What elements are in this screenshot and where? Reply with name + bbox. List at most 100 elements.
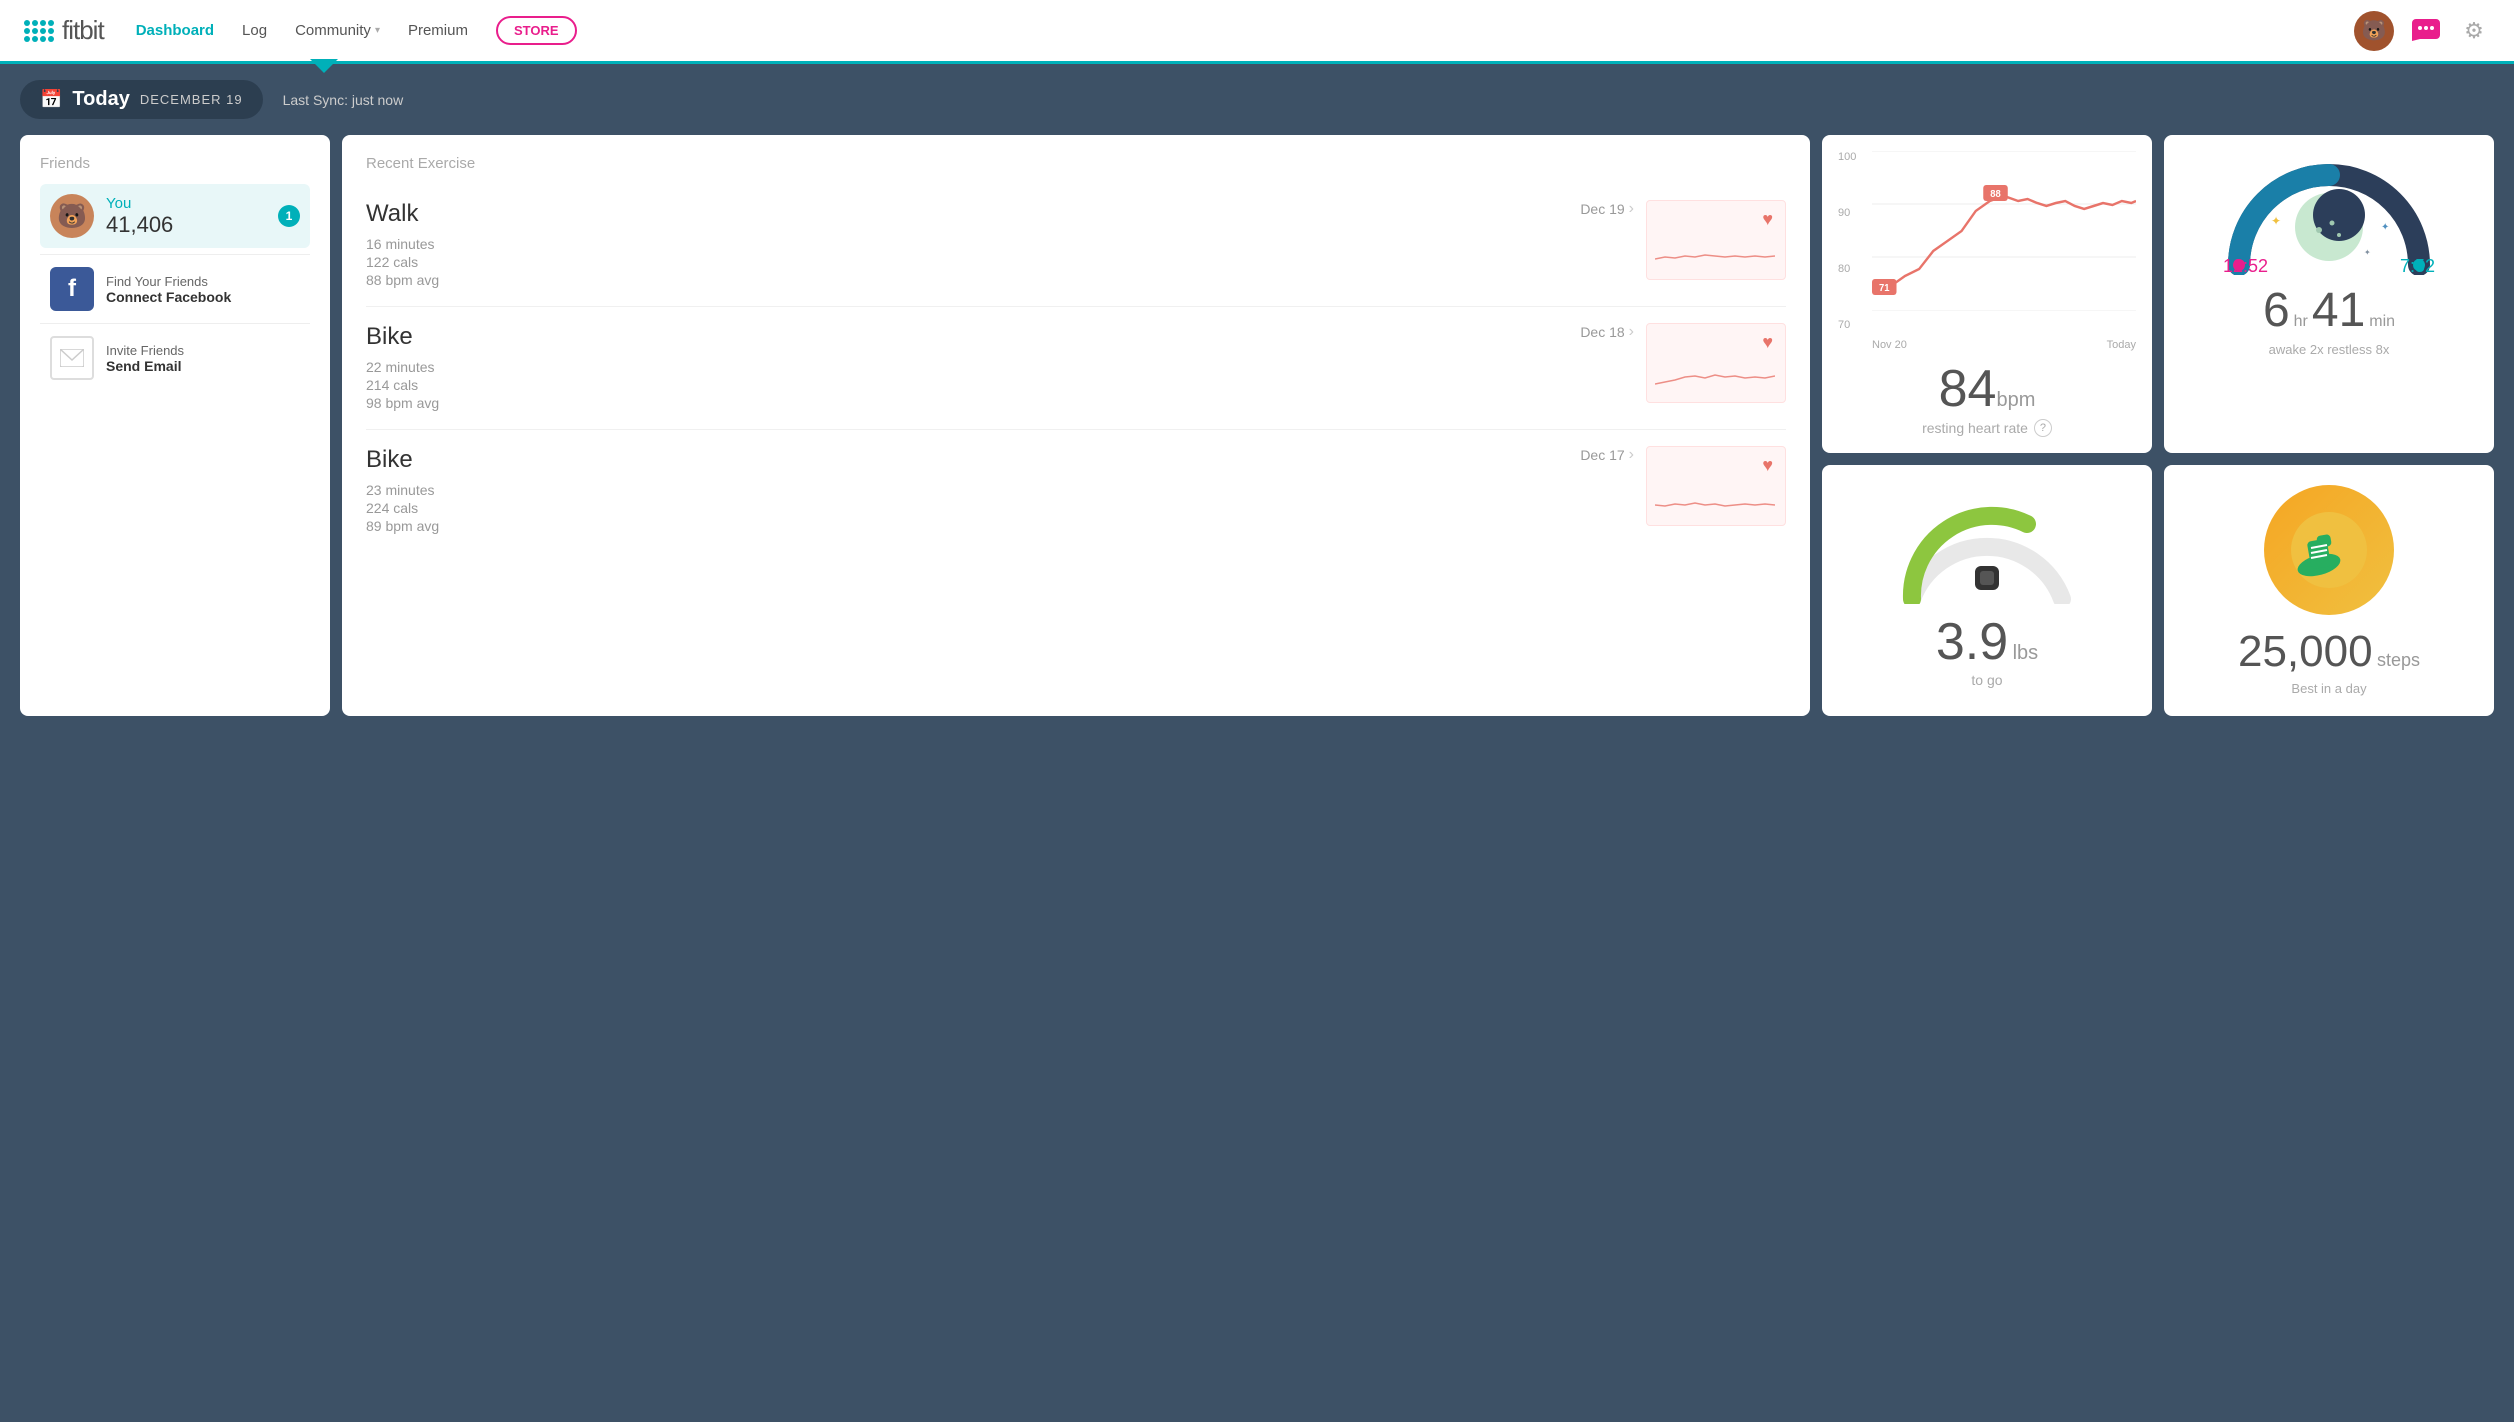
sleep-minutes: 41 [2312, 283, 2365, 338]
email-line1: Invite Friends [106, 343, 184, 358]
logo-text: fitbit [62, 15, 104, 46]
logo[interactable]: fitbit [24, 15, 104, 46]
hr-y-90: 90 [1838, 207, 1856, 219]
nav-log[interactable]: Log [242, 22, 267, 39]
nav-dashboard[interactable]: Dashboard [136, 22, 214, 39]
bike1-arrow-icon: › [1629, 323, 1634, 341]
email-info: Invite Friends Send Email [106, 343, 184, 374]
weight-gauge-svg [1897, 494, 2077, 604]
chat-icon [2412, 19, 2440, 43]
facebook-info: Find Your Friends Connect Facebook [106, 274, 231, 305]
hr-y-80: 80 [1838, 263, 1856, 275]
connect-facebook[interactable]: f Find Your Friends Connect Facebook [40, 254, 310, 323]
hr-label: resting heart rate ? [1838, 419, 2136, 437]
bike2-date-link[interactable]: Dec 17 › [1580, 446, 1634, 464]
walk-arrow-icon: › [1629, 200, 1634, 218]
heart-rate-card: 100 90 80 70 71 [1822, 135, 2152, 453]
hr-y-70: 70 [1838, 319, 1856, 331]
your-info: You 41,406 [106, 195, 266, 238]
svg-text:71: 71 [1879, 283, 1890, 294]
walk-chart: ♥ [1646, 200, 1786, 280]
bike2-arrow-icon: › [1629, 446, 1634, 464]
svg-text:✦: ✦ [2381, 222, 2389, 233]
hr-unit: bpm [1996, 389, 2035, 411]
hr-y-100: 100 [1838, 151, 1856, 163]
sleep-hr-unit: hr [2294, 313, 2308, 331]
bike1-minutes: 22 minutes [366, 359, 1568, 375]
last-sync-label: Last Sync: just now [283, 92, 404, 108]
hr-number: 84 [1939, 360, 1997, 418]
bike2-minutes: 23 minutes [366, 482, 1568, 498]
settings-button[interactable]: ⚙ [2458, 15, 2490, 47]
steps-card: 25,000 steps Best in a day [2164, 465, 2494, 716]
walk-calories: 122 cals [366, 254, 1568, 270]
date-label: DECEMBER 19 [140, 92, 243, 107]
exercise-walk: Walk 16 minutes 122 cals 88 bpm avg [366, 184, 1786, 307]
facebook-line2: Connect Facebook [106, 289, 231, 305]
nav-community[interactable]: Community ▾ [295, 22, 380, 39]
steps-value-display: 25,000 steps [2238, 627, 2420, 677]
walk-minutes: 16 minutes [366, 236, 1568, 252]
friends-title: Friends [40, 155, 310, 172]
avatar[interactable]: 🐻 [2354, 11, 2394, 51]
hr-x-today: Today [2107, 339, 2136, 351]
bike1-calories: 214 cals [366, 377, 1568, 393]
navbar: fitbit Dashboard Log Community ▾ Premium… [0, 0, 2514, 64]
your-avatar: 🐻 [50, 194, 94, 238]
weight-number: 3.9 [1936, 613, 2008, 671]
bike2-stats: 23 minutes 224 cals 89 bpm avg [366, 482, 1568, 534]
store-button[interactable]: STORE [496, 16, 577, 45]
logo-dots [24, 20, 54, 42]
friends-card: Friends 🐻 You 41,406 1 f Find Your Frien… [20, 135, 330, 716]
steps-number: 25,000 [2238, 627, 2373, 676]
your-name: You [106, 195, 266, 212]
nav-premium[interactable]: Premium [408, 22, 468, 39]
walk-name: Walk [366, 200, 1568, 228]
nav-right: 🐻 ⚙ [2354, 11, 2490, 51]
email-line2: Send Email [106, 358, 184, 374]
exercise-bike1: Bike 22 minutes 214 cals 98 bpm avg [366, 307, 1786, 430]
sleep-min-unit: min [2369, 313, 2395, 331]
nav-triangle [310, 59, 338, 73]
bike1-chart: ♥ [1646, 323, 1786, 403]
community-chevron-icon: ▾ [375, 25, 380, 36]
main-content: 📅 Today DECEMBER 19 Last Sync: just now … [0, 64, 2514, 732]
chat-button[interactable] [2410, 15, 2442, 47]
your-steps: 41,406 [106, 212, 266, 238]
friend-badge: 1 [278, 205, 300, 227]
bike1-name: Bike [366, 323, 1568, 351]
weight-value-display: 3.9 lbs [1936, 612, 2038, 672]
hr-x-nov: Nov 20 [1872, 339, 1907, 351]
nav-links: Dashboard Log Community ▾ Premium STORE [136, 16, 2354, 45]
sleep-hours: 6 [2263, 283, 2290, 338]
date-button[interactable]: 📅 Today DECEMBER 19 [20, 80, 263, 119]
walk-bpm: 88 bpm avg [366, 272, 1568, 288]
email-icon [50, 336, 94, 380]
hr-help-button[interactable]: ? [2034, 419, 2052, 437]
weight-card: 3.9 lbs to go [1822, 465, 2152, 716]
sleep-subtitle: awake 2x restless 8x [2184, 342, 2474, 357]
exercise-title: Recent Exercise [366, 155, 1786, 172]
sleep-card: ✦ ✦ ✦ 12:52 7:52 6 hr 41 min awake 2x re… [2164, 135, 2494, 453]
invite-email[interactable]: Invite Friends Send Email [40, 323, 310, 392]
bike1-heart-icon: ♥ [1762, 332, 1773, 353]
calendar-icon: 📅 [40, 89, 62, 110]
bike1-date-link[interactable]: Dec 18 › [1580, 323, 1634, 341]
bike1-stats: 22 minutes 214 cals 98 bpm avg [366, 359, 1568, 411]
sleep-start-time: 12:52 [2223, 256, 2268, 277]
walk-stats: 16 minutes 122 cals 88 bpm avg [366, 236, 1568, 288]
exercise-bike2: Bike 23 minutes 224 cals 89 bpm avg [366, 430, 1786, 552]
bike1-bpm: 98 bpm avg [366, 395, 1568, 411]
bike2-chart: ♥ [1646, 446, 1786, 526]
exercise-card: Recent Exercise Walk 16 minutes 122 cals… [342, 135, 1810, 716]
weight-unit: lbs [2013, 642, 2039, 664]
date-bar: 📅 Today DECEMBER 19 Last Sync: just now [20, 80, 2494, 119]
hr-value-display: 84bpm [1838, 359, 2136, 419]
sleep-end-time: 7:52 [2400, 256, 2435, 277]
walk-date-link[interactable]: Dec 19 › [1580, 200, 1634, 218]
weight-label: to go [1971, 672, 2002, 688]
facebook-icon: f [50, 267, 94, 311]
gear-icon: ⚙ [2464, 18, 2484, 44]
friend-you[interactable]: 🐻 You 41,406 1 [40, 184, 310, 248]
walk-heart-icon: ♥ [1762, 209, 1773, 230]
